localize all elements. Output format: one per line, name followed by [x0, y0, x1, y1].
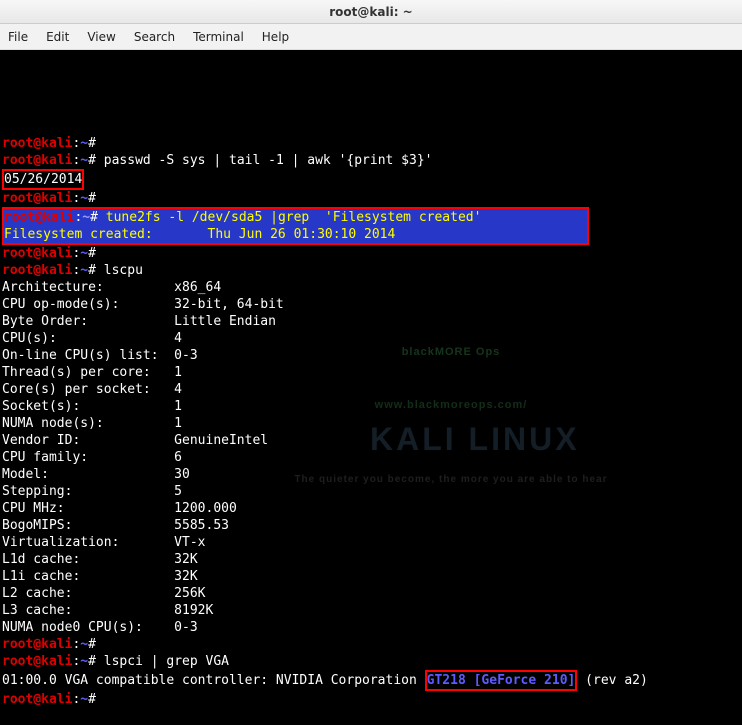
- lscpu-row: NUMA node(s): 1: [2, 415, 740, 432]
- terminal-content: root@kali:~#root@kali:~# passwd -S sys |…: [2, 135, 740, 708]
- lscpu-row: On-line CPU(s) list: 0-3: [2, 347, 740, 364]
- command-tune2fs: root@kali:~# tune2fs -l /dev/sda5 |grep …: [4, 209, 587, 226]
- prompt-line: root@kali:~#: [2, 135, 740, 152]
- output-date: 05/26/2014: [2, 169, 740, 190]
- menubar: File Edit View Search Terminal Help: [0, 24, 742, 50]
- lscpu-row: L3 cache: 8192K: [2, 602, 740, 619]
- lscpu-row: CPU family: 6: [2, 449, 740, 466]
- lscpu-row: Vendor ID: GenuineIntel: [2, 432, 740, 449]
- lscpu-row: Thread(s) per core: 1: [2, 364, 740, 381]
- lscpu-row: Architecture: x86_64: [2, 279, 740, 296]
- command-passwd: root@kali:~# passwd -S sys | tail -1 | a…: [2, 152, 740, 169]
- lscpu-row: L2 cache: 256K: [2, 585, 740, 602]
- terminal-area[interactable]: blackMORE Ops www.blackmoreops.com/ KALI…: [0, 50, 742, 659]
- menu-terminal[interactable]: Terminal: [193, 30, 244, 44]
- lscpu-row: NUMA node0 CPU(s): 0-3: [2, 619, 740, 636]
- menu-help[interactable]: Help: [262, 30, 289, 44]
- output-filesystem-created: Filesystem created: Thu Jun 26 01:30:10 …: [4, 226, 587, 243]
- lscpu-row: Socket(s): 1: [2, 398, 740, 415]
- command-lspci: root@kali:~# lspci | grep VGA: [2, 653, 740, 670]
- prompt-line: root@kali:~#: [2, 636, 740, 653]
- window-titlebar: root@kali: ~: [0, 0, 742, 24]
- command-lscpu: root@kali:~# lscpu: [2, 262, 740, 279]
- lscpu-row: L1d cache: 32K: [2, 551, 740, 568]
- output-lspci: 01:00.0 VGA compatible controller: NVIDI…: [2, 670, 740, 691]
- lscpu-row: BogoMIPS: 5585.53: [2, 517, 740, 534]
- menu-search[interactable]: Search: [134, 30, 175, 44]
- lscpu-row: Byte Order: Little Endian: [2, 313, 740, 330]
- lscpu-row: Core(s) per socket: 4: [2, 381, 740, 398]
- window-title: root@kali: ~: [329, 5, 412, 19]
- menu-view[interactable]: View: [87, 30, 115, 44]
- lscpu-row: Model: 30: [2, 466, 740, 483]
- lscpu-row: Stepping: 5: [2, 483, 740, 500]
- menu-edit[interactable]: Edit: [46, 30, 69, 44]
- menu-file[interactable]: File: [8, 30, 28, 44]
- lscpu-row: L1i cache: 32K: [2, 568, 740, 585]
- lscpu-row: Virtualization: VT-x: [2, 534, 740, 551]
- lscpu-row: CPU op-mode(s): 32-bit, 64-bit: [2, 296, 740, 313]
- lscpu-row: CPU(s): 4: [2, 330, 740, 347]
- lscpu-row: CPU MHz: 1200.000: [2, 500, 740, 517]
- prompt-line: root@kali:~#: [2, 190, 740, 207]
- prompt-line: root@kali:~#: [2, 691, 740, 708]
- prompt-line: root@kali:~#: [2, 245, 740, 262]
